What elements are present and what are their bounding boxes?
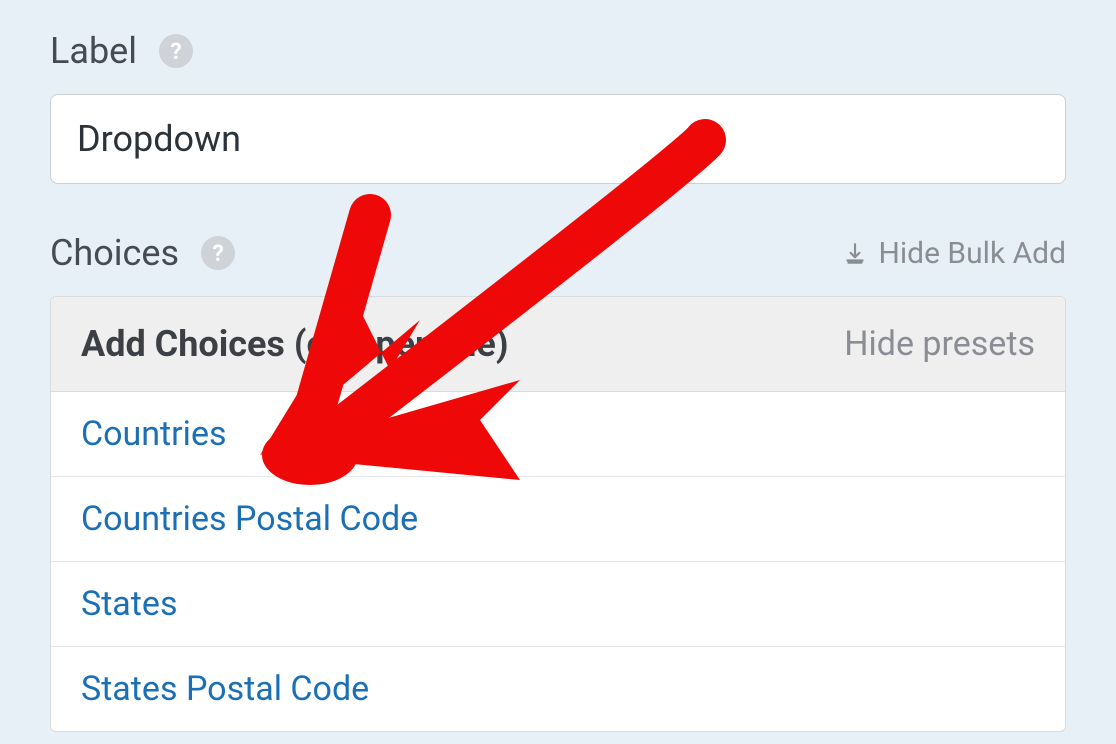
choices-title: Choices <box>50 232 179 274</box>
hide-bulk-add-link[interactable]: Hide Bulk Add <box>842 236 1066 271</box>
help-icon[interactable]: ? <box>201 236 235 270</box>
choices-panel: Add Choices (one per line) Hide presets … <box>50 296 1066 732</box>
preset-countries[interactable]: Countries <box>51 392 1065 477</box>
label-section-header: Label ? <box>50 30 1066 72</box>
help-icon[interactable]: ? <box>159 34 193 68</box>
label-input[interactable] <box>50 94 1066 184</box>
field-options-panel: Label ? Choices ? Hide Bulk Add Add Choi… <box>0 0 1116 732</box>
download-icon <box>842 240 868 266</box>
preset-list: Countries Countries Postal Code States S… <box>51 392 1065 731</box>
hide-presets-link[interactable]: Hide presets <box>844 324 1035 364</box>
label-title: Label <box>50 30 137 72</box>
preset-states[interactable]: States <box>51 562 1065 647</box>
panel-title: Add Choices (one per line) <box>81 323 508 365</box>
choices-section-header: Choices ? Hide Bulk Add <box>50 232 1066 274</box>
choices-panel-header: Add Choices (one per line) Hide presets <box>51 297 1065 392</box>
preset-countries-postal-code[interactable]: Countries Postal Code <box>51 477 1065 562</box>
choices-left: Choices ? <box>50 232 235 274</box>
preset-states-postal-code[interactable]: States Postal Code <box>51 647 1065 731</box>
bulk-add-label: Hide Bulk Add <box>878 236 1066 271</box>
